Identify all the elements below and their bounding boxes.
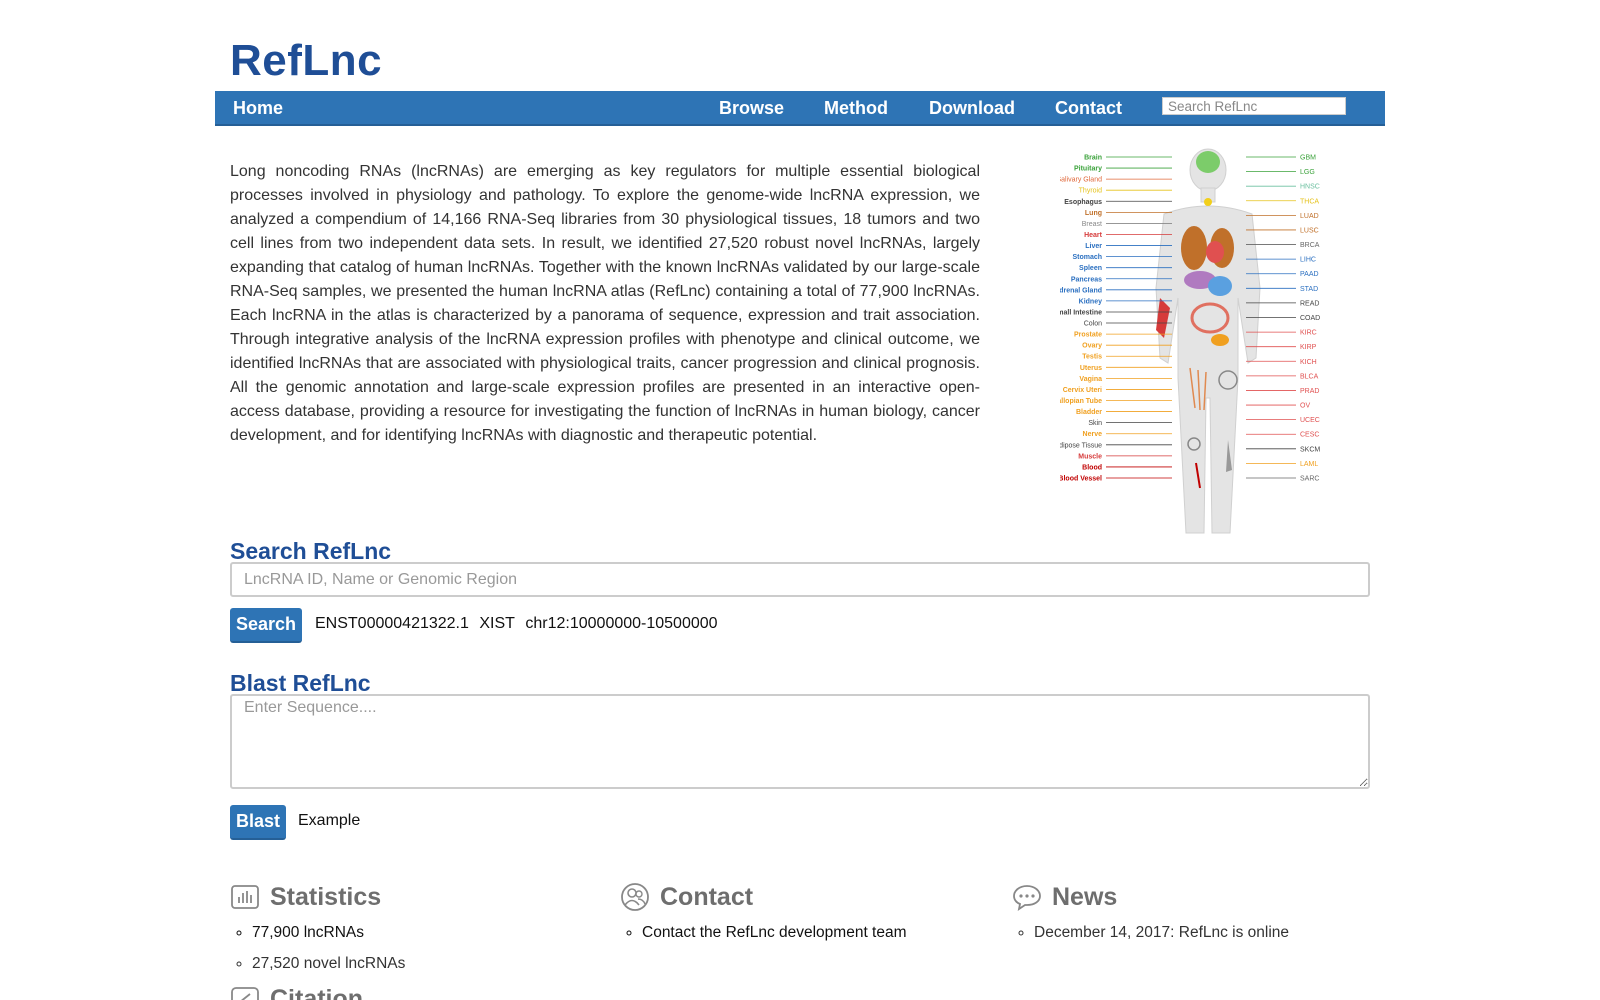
tissue-label: Nerve xyxy=(1083,431,1103,438)
main-navbar: Home Browse Method Download Contact xyxy=(215,91,1385,126)
tumor-label: KICH xyxy=(1300,359,1317,366)
statistics-item-total[interactable]: 77,900 lncRNAs xyxy=(252,924,610,942)
tissue-label: Blood xyxy=(1082,464,1102,471)
tissue-label: Bladder xyxy=(1076,409,1102,416)
tumor-label: BLCA xyxy=(1300,373,1319,380)
contact-panel: Contact Contact the RefLnc development t… xyxy=(620,880,1000,955)
news-list: December 14, 2017: RefLnc is online xyxy=(1012,924,1392,942)
bar-chart-icon xyxy=(231,885,259,909)
statistics-title: Statistics xyxy=(270,882,382,911)
tissue-label: Salivary Gland xyxy=(1060,177,1102,184)
tumor-label: STAD xyxy=(1300,286,1318,293)
tumor-label: PAAD xyxy=(1300,271,1319,278)
tissue-label: Blood Vessel xyxy=(1060,476,1102,483)
human-body-tissue-map: Brain Pituitary Salivary Gland Thyroid Esoph… xyxy=(1060,148,1320,534)
nav-browse-link[interactable]: Browse xyxy=(719,98,784,119)
news-panel: News December 14, 2017: RefLnc is online xyxy=(1012,880,1392,955)
nav-home-link[interactable]: Home xyxy=(233,98,283,119)
tissue-label: Ovary xyxy=(1082,343,1102,350)
search-example-region[interactable]: chr12:10000000-10500000 xyxy=(525,615,717,632)
tumor-label: OV xyxy=(1300,403,1310,410)
tissue-label: Fallopian Tube xyxy=(1060,398,1102,405)
search-example-gene[interactable]: XIST xyxy=(479,615,515,632)
citation-header: Citation xyxy=(230,984,363,1000)
tissue-label: Stomach xyxy=(1072,254,1102,261)
statistics-panel: Statistics 77,900 lncRNAs 27,520 novel l… xyxy=(230,880,610,986)
tissue-label: Pituitary xyxy=(1074,166,1102,173)
users-icon xyxy=(621,883,649,911)
blast-example-link[interactable]: Example xyxy=(298,812,360,830)
tissue-label: Uterus xyxy=(1080,365,1102,372)
lncrna-search-input[interactable] xyxy=(230,562,1370,597)
tissue-label: Colon xyxy=(1084,321,1102,328)
tissue-label: Pancreas xyxy=(1071,276,1102,283)
contact-title: Contact xyxy=(660,882,754,911)
tissue-label: Liver xyxy=(1085,243,1102,250)
blast-button[interactable]: Blast xyxy=(230,805,287,840)
tumor-label: UCEC xyxy=(1300,417,1320,424)
statistics-list: 77,900 lncRNAs 27,520 novel lncRNAs xyxy=(230,924,610,973)
tissue-label: Thyroid xyxy=(1079,188,1102,195)
tumor-label: PRAD xyxy=(1300,388,1319,395)
tissue-label: Spleen xyxy=(1079,265,1102,272)
tissue-label: Small Intestine xyxy=(1060,309,1102,316)
speech-bubble-icon xyxy=(1013,885,1041,911)
tissue-label: Brain xyxy=(1084,155,1102,162)
intro-paragraph: Long noncoding RNAs (lncRNAs) are emergi… xyxy=(230,163,980,444)
tumor-label: LGG xyxy=(1300,169,1315,176)
tissue-label: Cervix Uteri xyxy=(1063,387,1102,394)
tissue-label: Testis xyxy=(1082,354,1102,361)
tumor-label: READ xyxy=(1300,300,1319,307)
tumor-label: BRCA xyxy=(1300,242,1320,249)
tissue-label: Breast xyxy=(1082,221,1102,228)
statistics-item-novel: 27,520 novel lncRNAs xyxy=(252,955,610,973)
tumor-label: KIRC xyxy=(1300,330,1317,337)
tissue-label-group: Brain Pituitary Salivary Gland Thyroid Esoph… xyxy=(1060,155,1172,483)
tumor-label: COAD xyxy=(1300,315,1320,322)
tissue-label: Heart xyxy=(1084,232,1103,239)
tissue-label: Prostate xyxy=(1074,332,1102,339)
tissue-label: Adipose Tissue xyxy=(1060,442,1102,449)
tissue-label: Muscle xyxy=(1078,453,1102,460)
nav-method-link[interactable]: Method xyxy=(824,98,888,119)
search-section-title: Search RefLnc xyxy=(230,538,392,564)
tumor-label: LUAD xyxy=(1300,213,1319,220)
nav-download-link[interactable]: Download xyxy=(929,98,1015,119)
nav-contact-link[interactable]: Contact xyxy=(1055,98,1122,119)
tumor-label: LIHC xyxy=(1300,257,1316,264)
tissue-label: Adrenal Gland xyxy=(1060,287,1102,294)
news-item-launch: December 14, 2017: RefLnc is online xyxy=(1034,924,1392,942)
tumor-label: SARC xyxy=(1300,476,1319,483)
tissue-label: Lung xyxy=(1085,210,1102,217)
blast-sequence-textarea[interactable] xyxy=(230,694,1370,789)
news-title: News xyxy=(1052,882,1118,911)
tissue-label: Skin xyxy=(1088,420,1102,427)
search-example-transcript[interactable]: ENST00000421322.1 xyxy=(315,615,469,632)
tissue-label: Kidney xyxy=(1079,298,1102,305)
site-title: RefLnc xyxy=(230,36,383,85)
tumor-label: THCA xyxy=(1300,198,1319,205)
tumor-label: KIRP xyxy=(1300,344,1317,351)
tissue-label: Vagina xyxy=(1079,376,1102,383)
search-examples: ENST00000421322.1 XIST chr12:10000000-10… xyxy=(315,615,724,633)
contact-list: Contact the RefLnc development team xyxy=(620,924,1000,942)
nav-search-input[interactable] xyxy=(1162,97,1346,115)
tumor-label: SKCM xyxy=(1300,446,1320,453)
citation-title: Citation xyxy=(270,984,364,1000)
body-silhouette xyxy=(1155,148,1261,534)
search-button[interactable]: Search xyxy=(230,608,303,643)
tumor-label: CESC xyxy=(1300,432,1319,439)
quote-icon xyxy=(231,987,259,1000)
tissue-label: Esophagus xyxy=(1064,199,1102,206)
tumor-label: GBM xyxy=(1300,155,1316,162)
tumor-label: HNSC xyxy=(1300,184,1320,191)
tumor-label: LAML xyxy=(1300,461,1318,468)
contact-item-team[interactable]: Contact the RefLnc development team xyxy=(642,924,1000,942)
tumor-label: LUSC xyxy=(1300,227,1319,234)
blast-section-title: Blast RefLnc xyxy=(230,670,371,696)
